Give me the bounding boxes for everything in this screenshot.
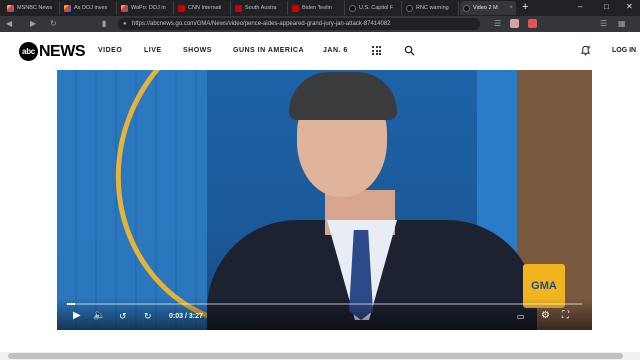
login-link[interactable]: LOG IN [612,47,636,54]
reload-icon[interactable]: ↻ [50,19,57,29]
video-player[interactable]: GMA ▶ 🔈 ↺ ↻ 0:03 / 3:27 ▭ ⚙ ⛶ [57,70,592,330]
browser-tab[interactable]: RNC warning [403,1,459,15]
nav-jan-6[interactable]: JAN. 6 [323,47,348,54]
tab-label: Biden 'feelin [302,5,332,11]
nav-video[interactable]: VIDEO [98,47,122,54]
tab-label: CNN Internati [188,5,222,11]
lock-icon: ● [123,21,127,27]
tab-label: RNC warning [416,5,449,11]
collections-icon[interactable]: ▦ [618,19,626,29]
abc-favicon-icon [406,4,413,12]
progress-bar[interactable] [67,303,582,305]
new-tab-button[interactable]: + [522,2,528,13]
tab-label: WaPo: DOJ in [131,5,166,11]
captions-icon[interactable]: ▭ [517,312,525,322]
address-bar-row: ◀ ▶ ↻ ▮ ● https://abcnews.go.com/GMA/New… [0,16,640,32]
tab-label: South Austra [245,5,277,11]
fullscreen-icon[interactable]: ⛶ [562,311,569,321]
cnn-favicon-icon [235,4,242,12]
reader-icon[interactable]: ☰ [494,19,501,29]
url-text: https://abcnews.go.com/GMA/News/video/pe… [132,21,391,27]
browser-tab[interactable]: WaPo: DOJ in [118,1,174,15]
close-window-icon[interactable]: ✕ [626,2,633,11]
browser-tab[interactable]: CNN Internati [175,1,231,15]
time-display: 0:03 / 3:27 [169,313,203,320]
grid-menu-icon[interactable] [372,46,381,55]
abc-news-logo[interactable]: abc NEWS [19,42,86,61]
player-controls: ▶ 🔈 ↺ ↻ 0:03 / 3:27 ▭ ⚙ ⛶ [57,298,592,330]
cnn-favicon-icon [292,4,299,12]
duration: / 3:27 [184,313,203,320]
tab-label: MSNBC News [17,5,53,11]
close-tab-icon[interactable]: × [509,5,513,11]
back-icon[interactable]: ◀ [6,19,12,29]
tab-label: As DOJ inves [74,5,108,11]
msnbc-favicon-icon [121,4,128,12]
favorites-icon[interactable]: ☰ [600,19,607,29]
horizontal-scrollbar[interactable] [0,352,640,360]
browser-tab-bar: MSNBC News As DOJ inves WaPo: DOJ in CNN In… [0,0,640,16]
nav-shows[interactable]: SHOWS [183,47,212,54]
msnbc-favicon-icon [7,4,14,12]
browser-tab[interactable]: Video 2 M × [460,1,516,15]
extension-icon[interactable] [510,19,519,28]
tab-label: U.S. Capitol F [359,5,394,11]
site-header: abc NEWS VIDEO LIVE SHOWS GUNS IN AMERIC… [0,32,640,70]
anchor-hair [289,72,397,120]
news-wordmark: NEWS [39,42,86,60]
bookmark-icon[interactable]: ▮ [102,19,106,29]
volume-icon[interactable]: 🔈 [93,311,105,321]
progress-fill [67,303,75,305]
abc-favicon-icon [349,4,356,12]
extension-icon[interactable] [528,19,537,28]
minimize-icon[interactable]: – [578,2,582,11]
nav-guns-in-america[interactable]: GUNS IN AMERICA [233,47,304,54]
browser-tab[interactable]: Biden 'feelin [289,1,345,15]
cnn-favicon-icon [178,4,185,12]
scrollbar-thumb[interactable] [8,353,623,359]
nav-live[interactable]: LIVE [144,47,162,54]
search-icon[interactable] [404,45,415,56]
abc-favicon-icon [463,4,470,12]
rewind-10-icon[interactable]: ↺ [119,311,127,321]
play-icon[interactable]: ▶ [73,311,81,321]
browser-tab[interactable]: U.S. Capitol F [346,1,402,15]
browser-tab[interactable]: MSNBC News [4,1,60,15]
tab-label: Video 2 M [473,5,498,11]
forward-10-icon[interactable]: ↻ [144,311,152,321]
settings-gear-icon[interactable]: ⚙ [541,311,550,321]
browser-tab[interactable]: As DOJ inves [61,1,117,15]
msnbc-favicon-icon [64,4,71,12]
abc-logo-mark: abc [19,42,38,61]
bell-icon[interactable] [580,45,591,56]
url-field[interactable]: ● https://abcnews.go.com/GMA/News/video/… [118,18,480,30]
current-time: 0:03 [169,313,184,320]
browser-tab[interactable]: South Austra [232,1,288,15]
maximize-icon[interactable]: □ [604,2,609,11]
forward-icon[interactable]: ▶ [30,19,36,29]
